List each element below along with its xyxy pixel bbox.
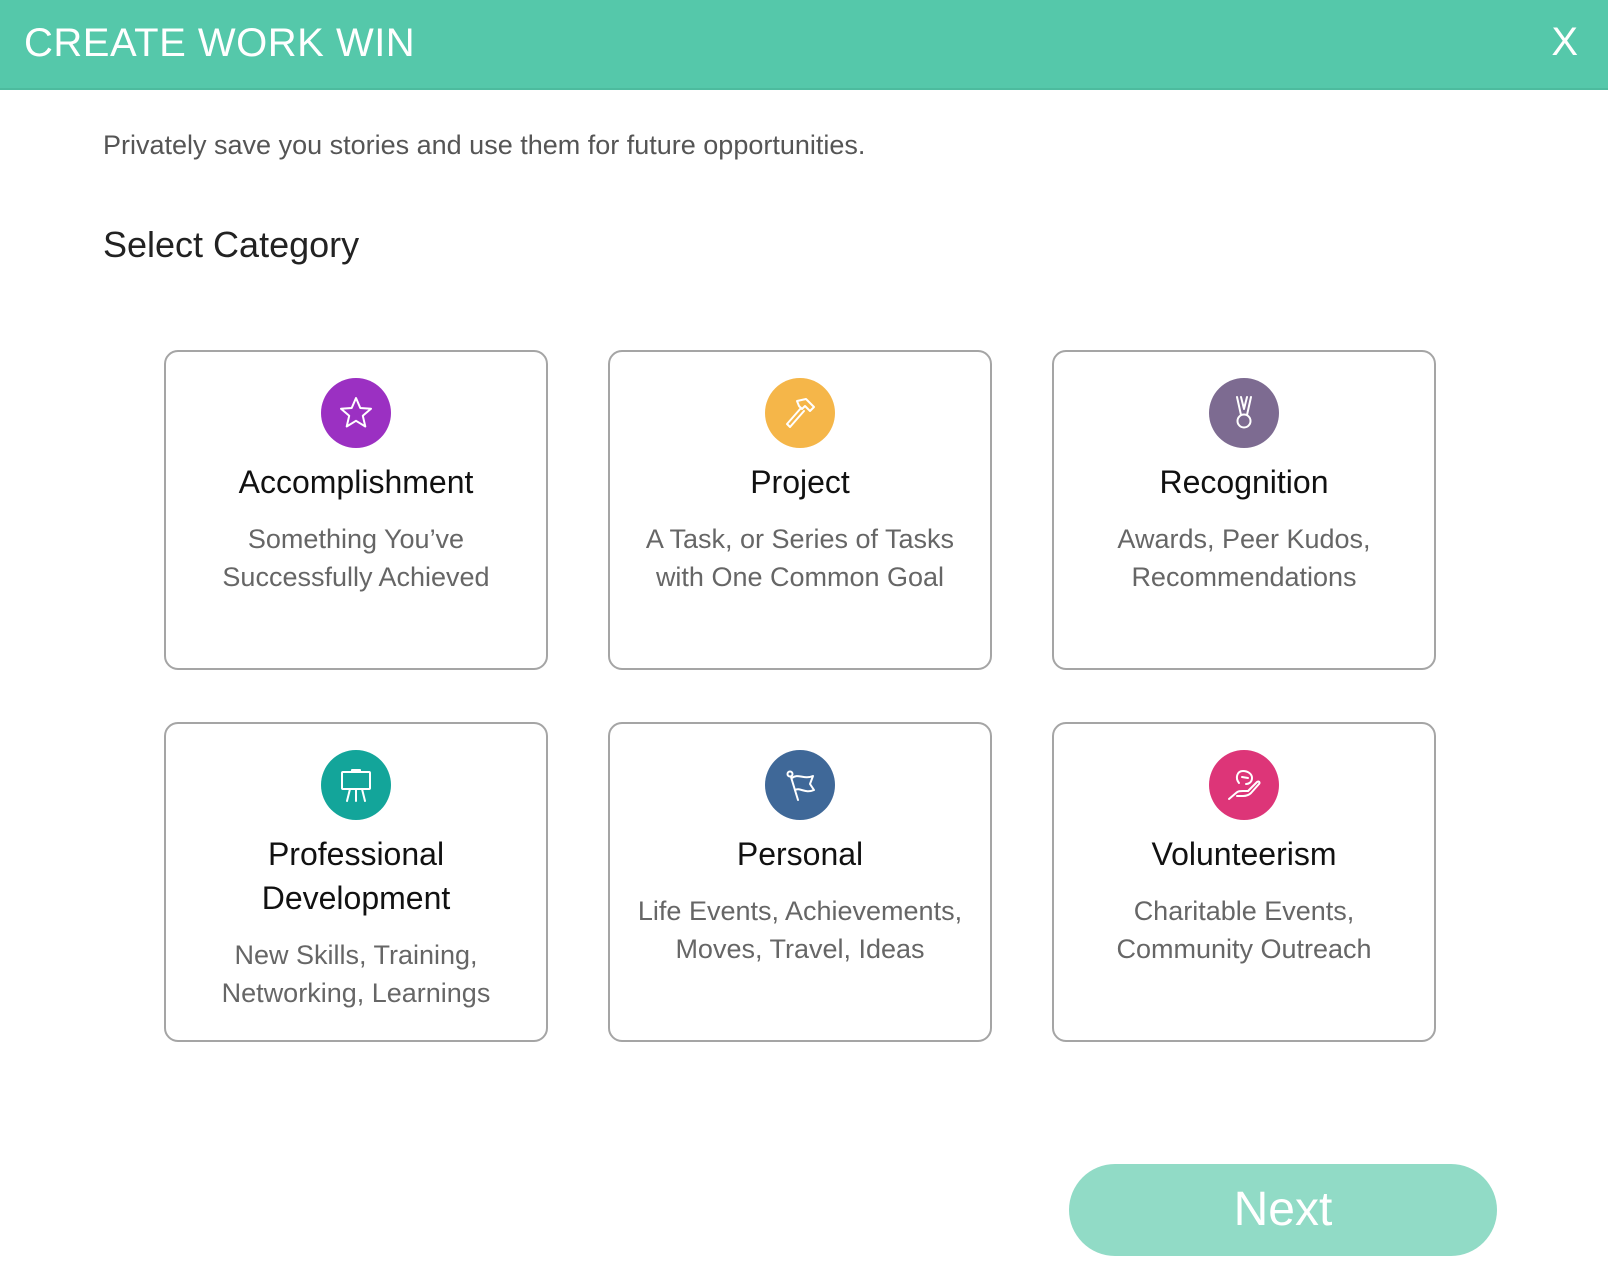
medal-icon xyxy=(1209,378,1279,448)
category-grid: Accomplishment Something You’ve Successf… xyxy=(164,350,1436,1042)
star-icon xyxy=(321,378,391,448)
category-title: Personal xyxy=(736,836,864,872)
category-card-personal[interactable]: Personal Life Events, Achievements, Move… xyxy=(608,722,992,1042)
category-title: Professional Development xyxy=(261,836,451,916)
helping-hand-icon xyxy=(1209,750,1279,820)
category-card-recognition[interactable]: Recognition Awards, Peer Kudos, Recommen… xyxy=(1052,350,1436,670)
flag-icon xyxy=(765,750,835,820)
category-description: A Task, or Series of Tasks with One Comm… xyxy=(645,524,955,592)
modal-subtitle: Privately save you stories and use them … xyxy=(103,130,866,160)
category-card-accomplishment[interactable]: Accomplishment Something You’ve Successf… xyxy=(164,350,548,670)
category-title: Volunteerism xyxy=(1151,836,1337,872)
category-title: Accomplishment xyxy=(238,464,474,500)
category-description: Something You’ve Successfully Achieved xyxy=(222,524,490,592)
category-card-project[interactable]: Project A Task, or Series of Tasks with … xyxy=(608,350,992,670)
modal-title: CREATE WORK WIN xyxy=(24,21,416,65)
next-button[interactable]: Next xyxy=(1069,1164,1497,1256)
category-title: Recognition xyxy=(1159,464,1329,500)
category-title: Project xyxy=(750,464,850,500)
presentation-easel-icon xyxy=(321,750,391,820)
close-button[interactable]: X xyxy=(1551,20,1578,64)
category-card-volunteerism[interactable]: Volunteerism Charitable Events, Communit… xyxy=(1052,722,1436,1042)
category-description: Charitable Events, Community Outreach xyxy=(1116,896,1372,964)
modal-header: CREATE WORK WIN X xyxy=(0,0,1608,90)
category-description: Life Events, Achievements, Moves, Travel… xyxy=(637,896,963,964)
category-card-professional-development[interactable]: Professional Development New Skills, Tra… xyxy=(164,722,548,1042)
section-title: Select Category xyxy=(103,224,360,265)
category-description: Awards, Peer Kudos, Recommendations xyxy=(1117,524,1371,592)
hammer-icon xyxy=(765,378,835,448)
category-description: New Skills, Training, Networking, Learni… xyxy=(221,940,491,1008)
